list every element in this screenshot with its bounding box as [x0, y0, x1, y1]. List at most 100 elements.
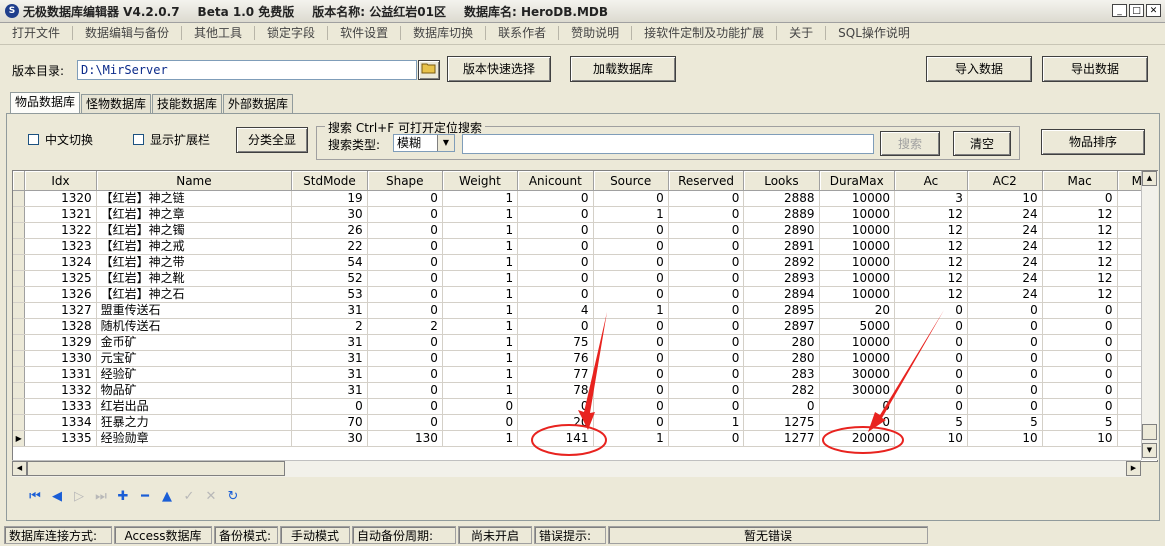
cell-anicount[interactable]: 0 [517, 238, 594, 255]
cell-shape[interactable]: 130 [367, 430, 443, 447]
tab-items[interactable]: 物品数据库 [10, 92, 81, 114]
quick-select-button[interactable]: 版本快速选择 [447, 56, 551, 82]
cell-weight[interactable]: 1 [442, 302, 519, 319]
edit-icon[interactable]: ▲ [158, 488, 176, 506]
cell-name[interactable]: 【红岩】神之带 [96, 254, 293, 271]
cell-idx[interactable]: 1323 [24, 238, 97, 255]
cell-looks[interactable]: 2895 [743, 302, 820, 319]
cell-mac[interactable]: 12 [1042, 254, 1118, 271]
cell-ac2[interactable]: 24 [967, 254, 1043, 271]
row-indicator[interactable] [13, 414, 26, 431]
menu-open-file[interactable]: 打开文件 [0, 26, 74, 40]
cell-weight[interactable]: 1 [442, 190, 519, 207]
cell-duramax[interactable]: 10000 [819, 190, 896, 207]
hscroll-thumb[interactable] [27, 461, 285, 476]
cell-stdmode[interactable]: 30 [291, 430, 368, 447]
tab-skills[interactable]: 技能数据库 [152, 94, 223, 114]
cell-mac[interactable]: 0 [1042, 302, 1118, 319]
table-row[interactable]: 1324 【红岩】神之带 54 0 1 0 0 0 2892 10000 12 24 12 [13, 254, 1157, 271]
cell-stdmode[interactable]: 31 [291, 366, 368, 383]
column-header-weight[interactable]: Weight [442, 171, 519, 191]
cell-ac[interactable]: 12 [894, 206, 968, 223]
column-header-reserved[interactable]: Reserved [668, 171, 745, 191]
table-row[interactable]: 1322 【红岩】神之镯 26 0 1 0 0 0 2890 10000 12 24 12 [13, 222, 1157, 239]
cell-shape[interactable]: 0 [367, 254, 443, 271]
cell-ac[interactable]: 0 [894, 382, 968, 399]
cell-ac[interactable]: 0 [894, 302, 968, 319]
cell-mac[interactable]: 5 [1042, 414, 1118, 431]
cell-looks[interactable]: 0 [743, 398, 820, 415]
cell-mac[interactable]: 0 [1042, 190, 1118, 207]
minimize-icon[interactable]: _ [1112, 4, 1127, 17]
cell-duramax[interactable]: 10000 [819, 254, 896, 271]
cell-weight[interactable]: 1 [442, 334, 519, 351]
post-icon[interactable]: ✓ [180, 488, 198, 506]
cell-shape[interactable]: 0 [367, 334, 443, 351]
menu-custom[interactable]: 接软件定制及功能扩展 [632, 26, 778, 40]
cell-idx[interactable]: 1333 [24, 398, 97, 415]
cell-reserved[interactable]: 0 [668, 398, 745, 415]
menu-lock-fields[interactable]: 锁定字段 [255, 26, 329, 40]
column-header-looks[interactable]: Looks [743, 171, 820, 191]
cell-name[interactable]: 盟重传送石 [96, 302, 293, 319]
cell-name[interactable]: 随机传送石 [96, 318, 293, 335]
cell-idx[interactable]: 1326 [24, 286, 97, 303]
scroll-down-icon[interactable]: ▼ [1142, 443, 1157, 458]
cell-looks[interactable]: 2892 [743, 254, 820, 271]
row-indicator[interactable] [13, 190, 26, 207]
cell-idx[interactable]: 1322 [24, 222, 97, 239]
scroll-left-icon[interactable]: ◀ [12, 461, 27, 476]
cell-weight[interactable]: 1 [442, 238, 519, 255]
cell-idx[interactable]: 1328 [24, 318, 97, 335]
cell-shape[interactable]: 0 [367, 366, 443, 383]
cell-ac2[interactable]: 10 [967, 190, 1043, 207]
cell-shape[interactable]: 0 [367, 238, 443, 255]
cell-duramax[interactable]: 10000 [819, 206, 896, 223]
menu-other-tools[interactable]: 其他工具 [182, 26, 256, 40]
cell-name[interactable]: 物品矿 [96, 382, 293, 399]
cell-shape[interactable]: 2 [367, 318, 443, 335]
menu-switch-db[interactable]: 数据库切换 [401, 26, 487, 40]
cell-looks[interactable]: 2888 [743, 190, 820, 207]
delete-icon[interactable]: ━ [136, 488, 154, 506]
column-header-duramax[interactable]: DuraMax [819, 171, 896, 191]
cell-reserved[interactable]: 0 [668, 238, 745, 255]
show-extension-checkbox[interactable] [133, 134, 144, 145]
cell-ac2[interactable]: 5 [967, 414, 1043, 431]
cell-name[interactable]: 【红岩】神之章 [96, 206, 293, 223]
scroll-up-icon[interactable]: ▲ [1142, 171, 1157, 186]
cell-source[interactable]: 0 [593, 398, 669, 415]
cell-duramax[interactable]: 20000 [819, 430, 896, 447]
cell-looks[interactable]: 1275 [743, 414, 820, 431]
table-row[interactable]: 1327 盟重传送石 31 0 1 4 1 0 2895 20 0 0 0 [13, 302, 1157, 319]
cell-stdmode[interactable]: 30 [291, 206, 368, 223]
cell-name[interactable]: 元宝矿 [96, 350, 293, 367]
cell-duramax[interactable]: 10000 [819, 270, 896, 287]
cell-idx[interactable]: 1321 [24, 206, 97, 223]
insert-icon[interactable]: ✚ [114, 488, 132, 506]
cell-source[interactable]: 0 [593, 254, 669, 271]
cell-stdmode[interactable]: 0 [291, 398, 368, 415]
scroll-thumb[interactable] [1142, 424, 1157, 440]
cell-reserved[interactable]: 0 [668, 206, 745, 223]
cell-shape[interactable]: 0 [367, 414, 443, 431]
cell-mac[interactable]: 0 [1042, 350, 1118, 367]
cell-weight[interactable]: 0 [442, 414, 519, 431]
cell-duramax[interactable]: 10000 [819, 222, 896, 239]
row-indicator[interactable] [13, 382, 26, 399]
cell-duramax[interactable]: 10000 [819, 350, 896, 367]
cell-reserved[interactable]: 0 [668, 222, 745, 239]
table-row[interactable]: 1330 元宝矿 31 0 1 76 0 0 280 10000 0 0 0 [13, 350, 1157, 367]
cell-stdmode[interactable]: 31 [291, 350, 368, 367]
cell-name[interactable]: 【红岩】神之戒 [96, 238, 293, 255]
cell-reserved[interactable]: 0 [668, 430, 745, 447]
cell-ac[interactable]: 0 [894, 334, 968, 351]
cell-name[interactable]: 【红岩】神之镯 [96, 222, 293, 239]
cell-reserved[interactable]: 0 [668, 286, 745, 303]
cell-anicount[interactable]: 0 [517, 318, 594, 335]
next-icon[interactable]: ▷ [70, 488, 88, 506]
horizontal-scrollbar[interactable]: ◀ ▶ [12, 460, 1141, 477]
cell-name[interactable]: 狂暴之力 [96, 414, 293, 431]
menu-settings[interactable]: 软件设置 [328, 26, 402, 40]
cell-shape[interactable]: 0 [367, 286, 443, 303]
